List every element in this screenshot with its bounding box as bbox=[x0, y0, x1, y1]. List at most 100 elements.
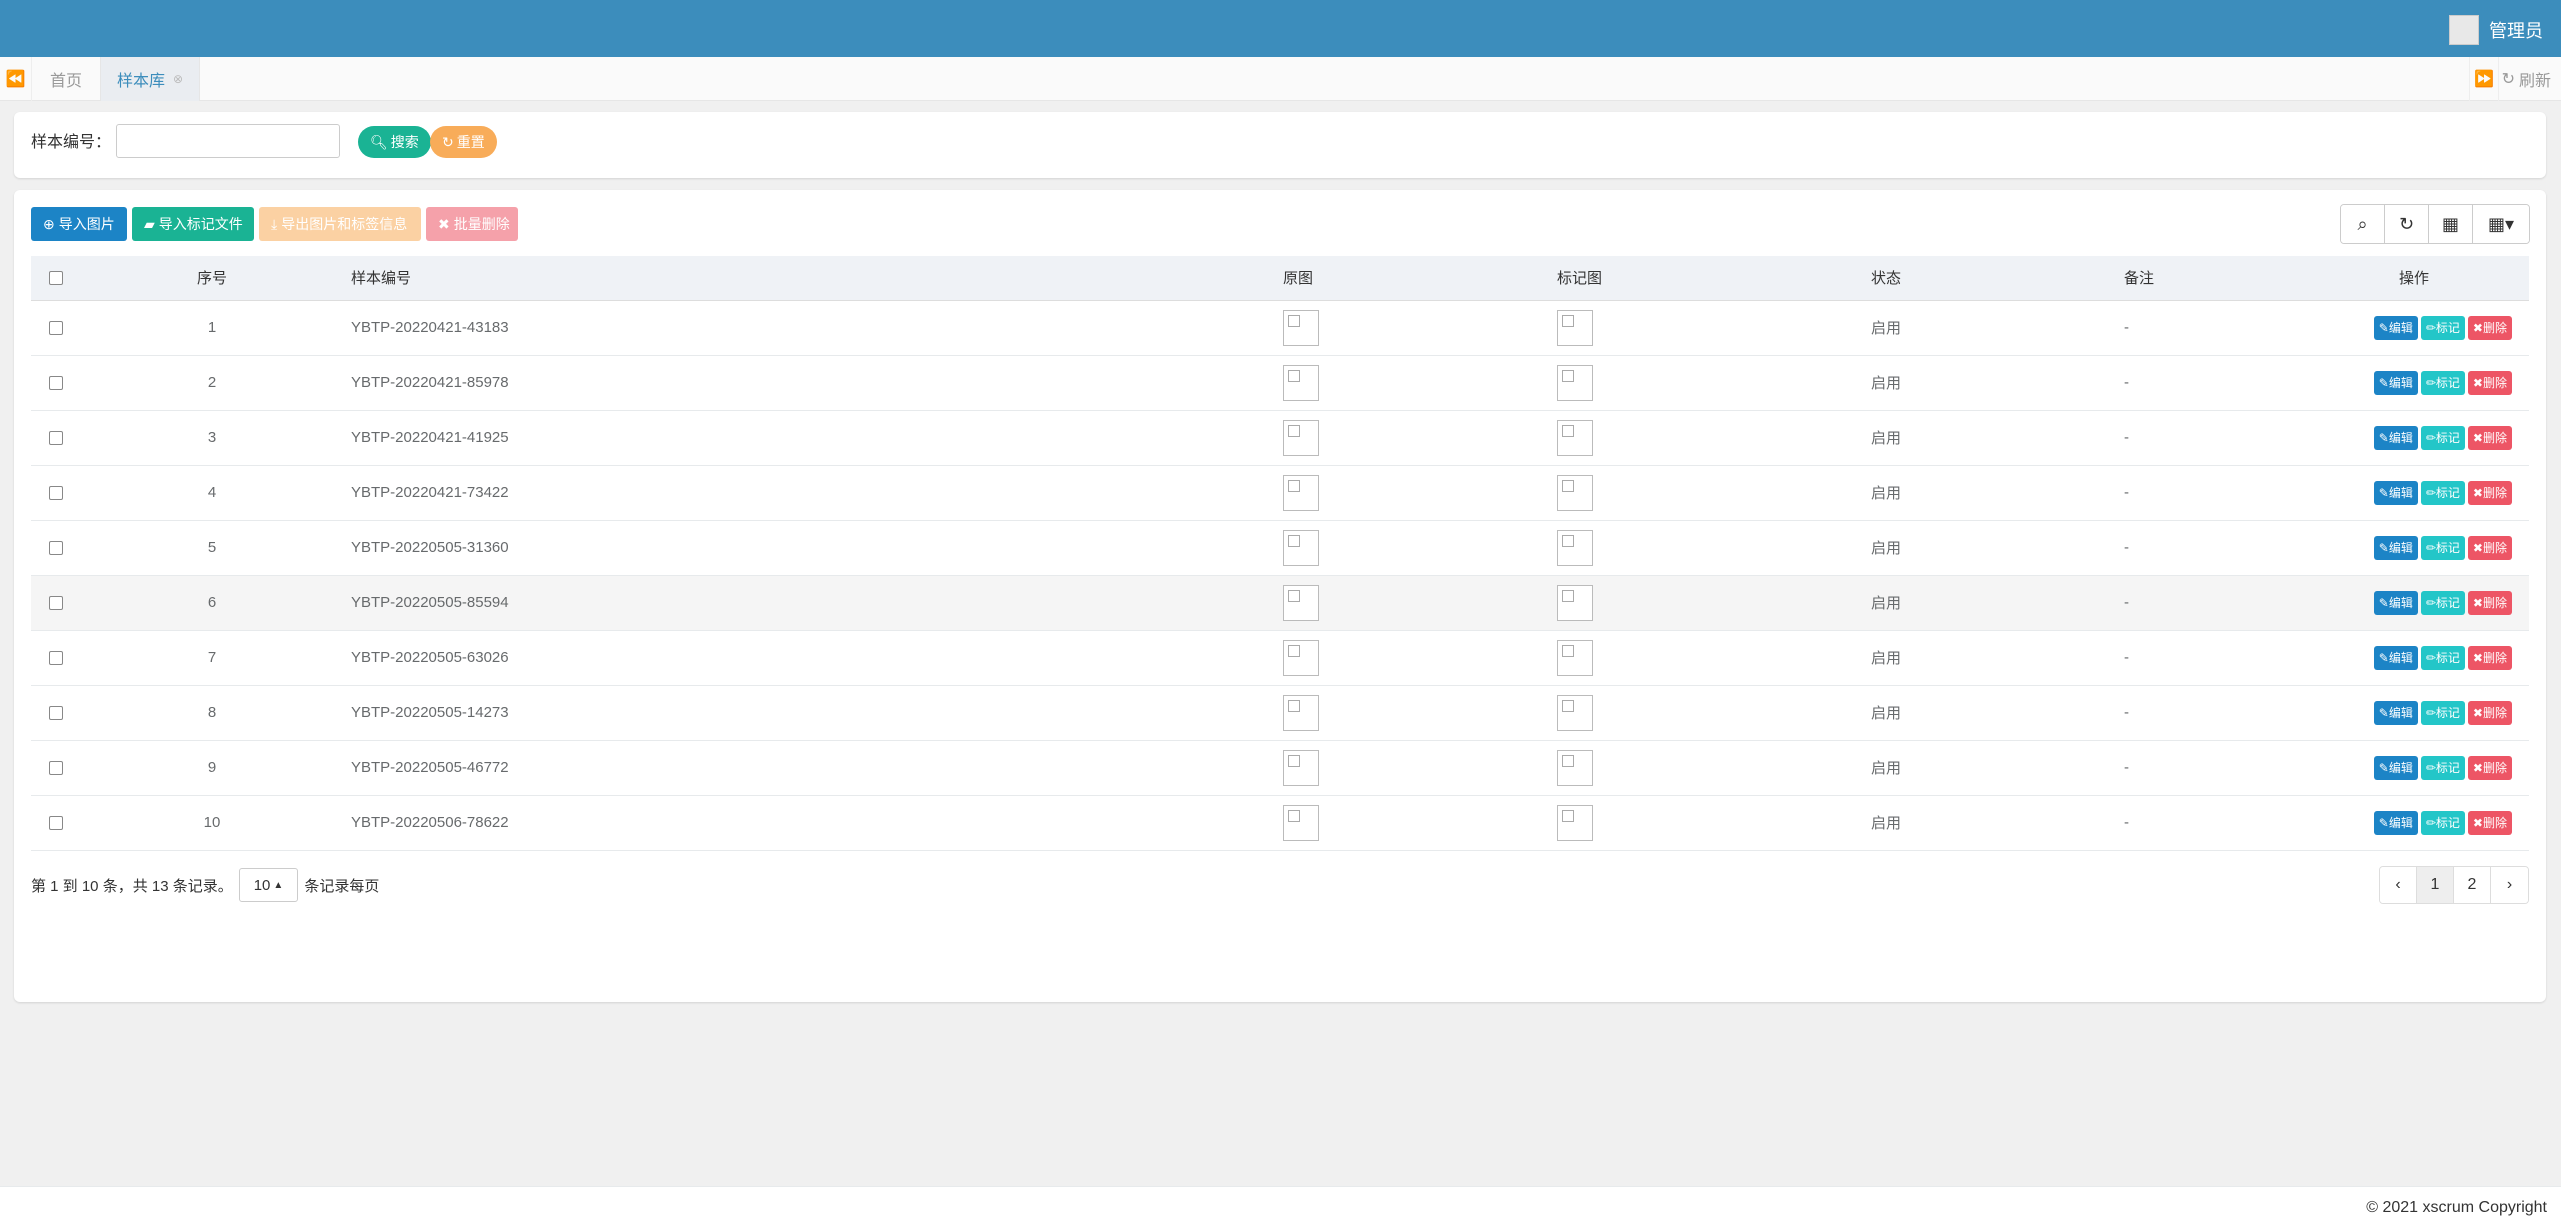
original-image-thumbnail[interactable] bbox=[1283, 309, 1319, 346]
columns-grid-icon[interactable]: ▦▾ bbox=[2473, 205, 2529, 243]
delete-button[interactable]: ✖删除 bbox=[2467, 370, 2512, 395]
marked-image-thumbnail[interactable] bbox=[1557, 584, 1593, 621]
original-image-thumbnail[interactable] bbox=[1283, 749, 1319, 786]
original-image-thumbnail[interactable] bbox=[1283, 639, 1319, 676]
row-sample-code: YBTP-20220421-41925 bbox=[343, 410, 1275, 466]
row-checkbox[interactable] bbox=[49, 816, 63, 831]
original-image-thumbnail[interactable] bbox=[1283, 529, 1319, 566]
edit-button[interactable]: ✎编辑 bbox=[2373, 315, 2418, 340]
calculator-icon[interactable]: ▦ bbox=[2429, 205, 2473, 243]
edit-button[interactable]: ✎编辑 bbox=[2373, 425, 2418, 450]
edit-button[interactable]: ✎编辑 bbox=[2373, 810, 2418, 835]
refresh-icon[interactable]: ↻ bbox=[2385, 205, 2429, 243]
edit-button[interactable]: ✎编辑 bbox=[2373, 370, 2418, 395]
row-checkbox[interactable] bbox=[49, 321, 63, 336]
row-sample-code: YBTP-20220421-85978 bbox=[343, 355, 1275, 411]
row-actions: ✎编辑 ✏标记 ✖删除 bbox=[2342, 685, 2529, 741]
reset-button[interactable]: ↻ 重置 bbox=[430, 126, 497, 158]
delete-button[interactable]: ✖删除 bbox=[2467, 480, 2512, 505]
original-image-thumbnail[interactable] bbox=[1283, 364, 1319, 401]
row-checkbox[interactable] bbox=[49, 706, 63, 721]
original-image-thumbnail[interactable] bbox=[1283, 474, 1319, 511]
delete-button[interactable]: ✖删除 bbox=[2467, 645, 2512, 670]
original-image-thumbnail[interactable] bbox=[1283, 419, 1319, 456]
row-checkbox[interactable] bbox=[49, 651, 63, 666]
page-2-button[interactable]: 2 bbox=[2454, 867, 2491, 903]
edit-button[interactable]: ✎编辑 bbox=[2373, 700, 2418, 725]
select-all-checkbox[interactable] bbox=[49, 271, 63, 286]
original-image-thumbnail[interactable] bbox=[1283, 804, 1319, 841]
mark-button[interactable]: ✏标记 bbox=[2420, 370, 2465, 395]
table-row: 4 YBTP-20220421-73422 启用 - ✎编辑 ✏标记 ✖删除 bbox=[31, 465, 2529, 521]
mark-button[interactable]: ✏标记 bbox=[2420, 645, 2465, 670]
mark-button[interactable]: ✏标记 bbox=[2420, 810, 2465, 835]
edit-button[interactable]: ✎编辑 bbox=[2373, 755, 2418, 780]
search-button[interactable]: 🔍︎ 搜索 bbox=[358, 126, 431, 158]
import-mark-file-button[interactable]: ▰ 导入标记文件 bbox=[132, 207, 254, 241]
delete-button[interactable]: ✖删除 bbox=[2467, 755, 2512, 780]
mark-button[interactable]: ✏标记 bbox=[2420, 480, 2465, 505]
search-icon[interactable]: ⌕ bbox=[2341, 205, 2385, 243]
refresh-button[interactable]: ↻ 刷新 bbox=[2502, 57, 2551, 101]
delete-button[interactable]: ✖删除 bbox=[2467, 700, 2512, 725]
tabs-scroll-right-icon[interactable]: ⏩ bbox=[2469, 57, 2499, 101]
mark-button[interactable]: ✏标记 bbox=[2420, 700, 2465, 725]
edit-button[interactable]: ✎编辑 bbox=[2373, 535, 2418, 560]
import-image-button[interactable]: ⊕ 导入图片 bbox=[31, 207, 127, 241]
marked-image-thumbnail[interactable] bbox=[1557, 639, 1593, 676]
row-checkbox[interactable] bbox=[49, 761, 63, 776]
delete-button[interactable]: ✖删除 bbox=[2467, 425, 2512, 450]
batch-delete-button[interactable]: ✖ 批量删除 bbox=[426, 207, 518, 241]
marked-image-thumbnail[interactable] bbox=[1557, 474, 1593, 511]
export-button[interactable]: ⤓ 导出图片和标签信息 bbox=[259, 207, 421, 241]
mark-button[interactable]: ✏标记 bbox=[2420, 315, 2465, 340]
original-image-thumbnail[interactable] bbox=[1283, 584, 1319, 621]
tab-close-icon[interactable]: ⊗ bbox=[173, 72, 183, 86]
row-actions: ✎编辑 ✏标记 ✖删除 bbox=[2342, 355, 2529, 411]
row-index: 5 bbox=[81, 520, 343, 576]
marked-image-thumbnail[interactable] bbox=[1557, 309, 1593, 346]
mark-label: 标记 bbox=[2435, 320, 2460, 335]
page-1-button[interactable]: 1 bbox=[2417, 867, 2454, 903]
original-image-thumbnail[interactable] bbox=[1283, 694, 1319, 731]
header-original: 原图 bbox=[1275, 256, 1549, 301]
delete-label: 删除 bbox=[2482, 320, 2507, 335]
mark-label: 标记 bbox=[2435, 540, 2460, 555]
edit-button[interactable]: ✎编辑 bbox=[2373, 480, 2418, 505]
edit-button[interactable]: ✎编辑 bbox=[2373, 590, 2418, 615]
marked-image-thumbnail[interactable] bbox=[1557, 419, 1593, 456]
header-code[interactable]: 样本编号 bbox=[343, 256, 1275, 301]
sample-code-input[interactable] bbox=[116, 124, 340, 158]
mark-button[interactable]: ✏标记 bbox=[2420, 535, 2465, 560]
row-checkbox[interactable] bbox=[49, 431, 63, 446]
marked-image-thumbnail[interactable] bbox=[1557, 749, 1593, 786]
delete-button[interactable]: ✖删除 bbox=[2467, 535, 2512, 560]
marked-image-thumbnail[interactable] bbox=[1557, 529, 1593, 566]
mark-button[interactable]: ✏标记 bbox=[2420, 590, 2465, 615]
row-marked-cell bbox=[1549, 410, 1863, 466]
marked-image-thumbnail[interactable] bbox=[1557, 364, 1593, 401]
next-page-button[interactable]: › bbox=[2491, 867, 2528, 903]
tab-sample-library[interactable]: 样本库 ⊗ bbox=[100, 57, 201, 101]
row-checkbox[interactable] bbox=[49, 596, 63, 611]
row-checkbox[interactable] bbox=[49, 541, 63, 556]
delete-button[interactable]: ✖删除 bbox=[2467, 590, 2512, 615]
prev-page-button[interactable]: ‹ bbox=[2380, 867, 2417, 903]
user-menu[interactable]: 管理员 bbox=[2449, 15, 2543, 45]
tabs-scroll-left-icon[interactable]: ⏪ bbox=[0, 57, 32, 101]
mark-button[interactable]: ✏标记 bbox=[2420, 755, 2465, 780]
mark-button[interactable]: ✏标记 bbox=[2420, 425, 2465, 450]
marked-image-thumbnail[interactable] bbox=[1557, 804, 1593, 841]
row-checkbox[interactable] bbox=[49, 376, 63, 391]
row-sample-code: YBTP-20220506-78622 bbox=[343, 795, 1275, 851]
row-checkbox[interactable] bbox=[49, 486, 63, 501]
edit-button[interactable]: ✎编辑 bbox=[2373, 645, 2418, 670]
page-size-select[interactable]: 10 ▲ bbox=[238, 868, 299, 902]
delete-button[interactable]: ✖删除 bbox=[2467, 810, 2512, 835]
marked-image-thumbnail[interactable] bbox=[1557, 694, 1593, 731]
caret-up-icon: ▲ bbox=[273, 879, 284, 891]
import-image-label: 导入图片 bbox=[58, 216, 115, 232]
row-sample-code: YBTP-20220505-85594 bbox=[343, 575, 1275, 631]
delete-button[interactable]: ✖删除 bbox=[2467, 315, 2512, 340]
tab-home[interactable]: 首页 bbox=[34, 57, 98, 101]
